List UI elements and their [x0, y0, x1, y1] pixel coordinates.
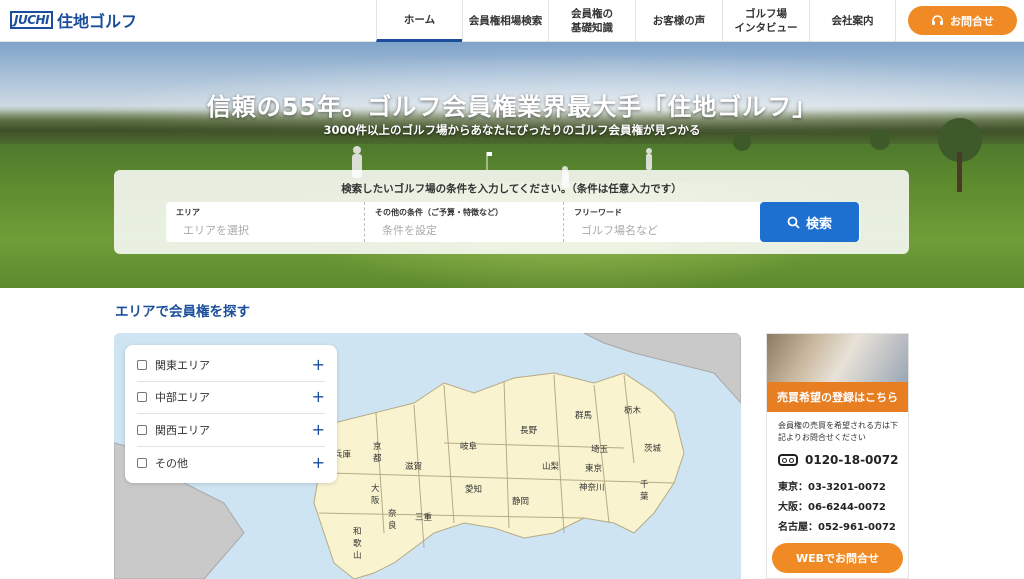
hero-subtitle: 3000件以上のゴルフ場からあなたにぴったりのゴルフ会員権が見つかる	[323, 123, 701, 137]
pref-tochigi[interactable]: 栃木	[624, 405, 641, 417]
pref-yamanashi[interactable]: 山梨	[542, 461, 559, 473]
pref-kyoto[interactable]: 京 都	[373, 441, 382, 465]
plus-icon[interactable]: +	[312, 454, 325, 471]
handshake-photo	[767, 334, 908, 382]
global-nav: ホーム 会員権相場検索 会員権の 基礎知識 お客様の声 ゴルフ場 インタビュー …	[376, 0, 896, 42]
condition-field[interactable]: その他の条件（ご予算・特徴など） 条件を設定	[365, 202, 564, 242]
area-item-other[interactable]: その他 +	[137, 447, 325, 480]
condition-field-placeholder: 条件を設定	[382, 224, 437, 237]
tel-nagoya[interactable]: 名古屋：052-961-0072	[778, 518, 896, 533]
search-button-label: 検索	[805, 216, 832, 232]
search-panel: 検索したいゴルフ場の条件を入力してください。（条件は任意入力です） エリア エリ…	[114, 170, 909, 254]
trade-request-heading[interactable]: 売買希望の登録はこちら	[767, 382, 908, 412]
site-logo[interactable]: JUCHI 住地ゴルフ	[10, 9, 137, 31]
plus-icon[interactable]: +	[312, 421, 325, 438]
trade-request-card: 売買希望の登録はこちら 会員権の売買を希望される方は下記よりお問合せください 0…	[766, 333, 909, 579]
pref-nara[interactable]: 奈 良	[388, 508, 397, 532]
nav-interview[interactable]: ゴルフ場 インタビュー	[722, 0, 809, 42]
headset-icon	[932, 14, 943, 25]
area-item-kanto[interactable]: 関東エリア +	[137, 349, 325, 382]
nav-price-search[interactable]: 会員権相場検索	[462, 0, 548, 42]
free-dial[interactable]: 0120-18-0072	[778, 453, 898, 467]
plus-icon[interactable]: +	[312, 389, 325, 405]
area-list: 関東エリア + 中部エリア + 関西エリア + その他 +	[125, 345, 337, 483]
area-label: 関西エリア	[155, 423, 210, 437]
area-field-label: エリア	[176, 208, 200, 217]
free-dial-icon	[778, 454, 798, 466]
trade-request-description: 会員権の売買を希望される方は下記よりお問合せください	[778, 421, 898, 442]
freeword-field-label: フリーワード	[574, 208, 622, 217]
tel-tokyo[interactable]: 東京：03-3201-0072	[778, 478, 886, 493]
nav-company[interactable]: 会社案内	[809, 0, 896, 42]
pref-kanagawa[interactable]: 神奈川	[579, 482, 605, 494]
search-caption: 検索したいゴルフ場の条件を入力してください。（条件は任意入力です）	[341, 183, 682, 195]
pref-shiga[interactable]: 滋賀	[405, 461, 422, 473]
area-checkbox[interactable]	[137, 359, 147, 370]
pref-osaka[interactable]: 大 阪	[371, 483, 380, 507]
search-button[interactable]: 検索	[760, 202, 859, 242]
area-field[interactable]: エリア エリアを選択	[166, 202, 365, 242]
pref-saitama[interactable]: 埼玉	[591, 444, 608, 456]
pref-nagano[interactable]: 長野	[520, 425, 537, 437]
pref-aichi[interactable]: 愛知	[465, 484, 482, 496]
pref-shizuoka[interactable]: 静岡	[512, 496, 529, 508]
pref-tokyo[interactable]: 東京	[585, 463, 602, 475]
condition-field-label: その他の条件（ご予算・特徴など）	[375, 208, 503, 217]
logo-mark: JUCHI	[10, 11, 54, 29]
hero-banner: 信頼の55年。ゴルフ会員権業界最大手「住地ゴルフ」 3000件以上のゴルフ場から…	[0, 42, 1024, 288]
logo-text: 住地ゴルフ	[57, 12, 138, 31]
nav-voices[interactable]: お客様の声	[635, 0, 722, 42]
search-form: エリア エリアを選択 その他の条件（ご予算・特徴など） 条件を設定 フリーワード…	[166, 202, 860, 242]
pref-ibaraki[interactable]: 茨城	[644, 443, 661, 455]
area-checkbox[interactable]	[137, 392, 147, 403]
freeword-field-placeholder: ゴルフ場名など	[581, 224, 658, 237]
area-item-kansai[interactable]: 関西エリア +	[137, 414, 325, 447]
search-icon	[787, 216, 800, 229]
area-section-title: エリアで会員権を探す	[115, 304, 250, 320]
area-checkbox[interactable]	[137, 457, 147, 468]
free-dial-number: 0120-18-0072	[805, 453, 899, 467]
nav-home[interactable]: ホーム	[376, 0, 462, 42]
area-label: 中部エリア	[155, 391, 210, 405]
nav-basics[interactable]: 会員権の 基礎知識	[548, 0, 635, 42]
area-label: 関東エリア	[155, 358, 210, 372]
plus-icon[interactable]: +	[312, 356, 325, 373]
pref-mie[interactable]: 三重	[415, 512, 432, 524]
pref-wakayama[interactable]: 和 歌 山	[353, 526, 362, 562]
freeword-field[interactable]: フリーワード ゴルフ場名など	[564, 202, 763, 242]
contact-label: お問合せ	[950, 14, 994, 28]
contact-button[interactable]: お問合せ	[908, 6, 1017, 35]
pref-gunma[interactable]: 群馬	[575, 410, 592, 422]
pref-chiba[interactable]: 千 葉	[640, 479, 649, 503]
web-contact-button[interactable]: WEBでお問合せ	[772, 543, 903, 573]
area-checkbox[interactable]	[137, 424, 147, 435]
area-item-chubu[interactable]: 中部エリア +	[137, 382, 325, 414]
area-label: その他	[155, 456, 188, 470]
hero-title: 信頼の55年。ゴルフ会員権業界最大手「住地ゴルフ」	[206, 93, 818, 121]
area-field-placeholder: エリアを選択	[183, 224, 249, 237]
tel-osaka[interactable]: 大阪：06-6244-0072	[778, 498, 886, 513]
site-header: JUCHI 住地ゴルフ ホーム 会員権相場検索 会員権の 基礎知識 お客様の声 …	[0, 0, 1024, 42]
pref-gifu[interactable]: 岐阜	[460, 441, 477, 453]
